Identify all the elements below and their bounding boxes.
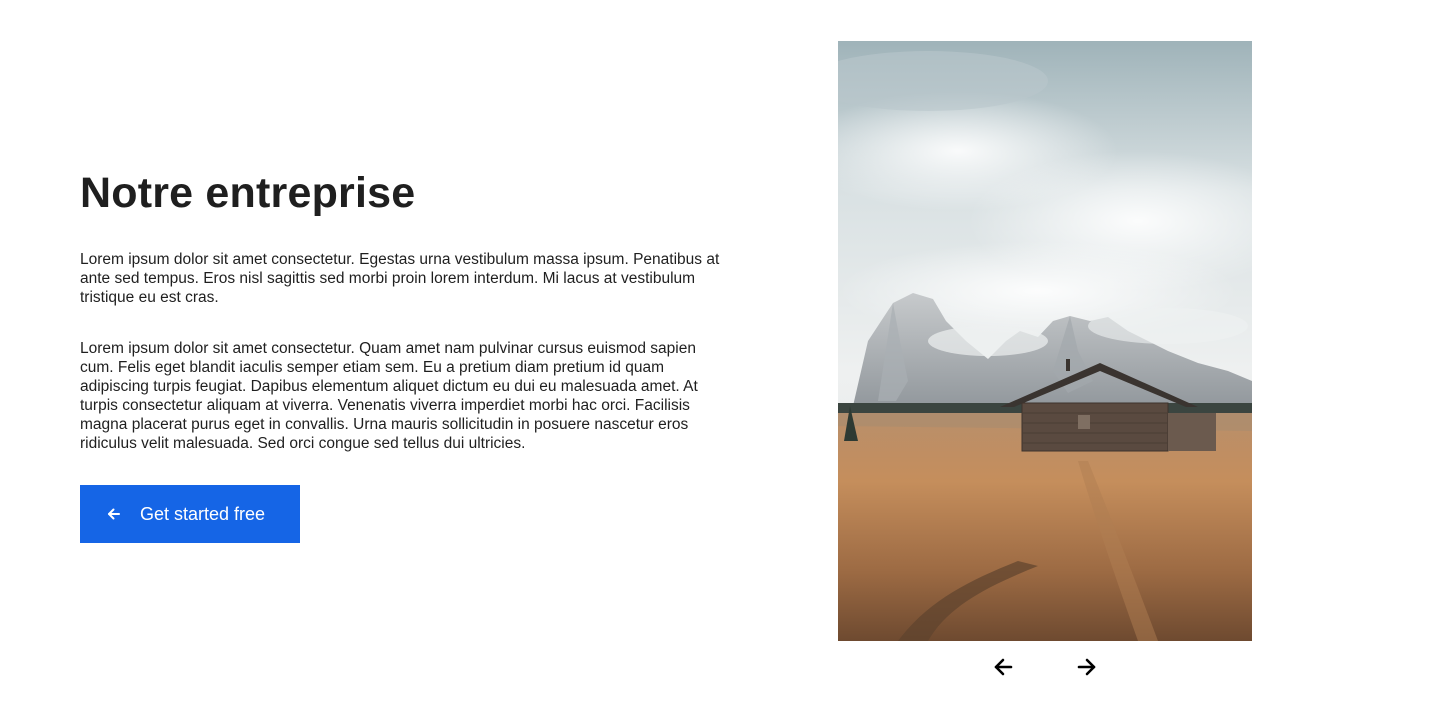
arrow-left-icon: [106, 506, 122, 522]
image-carousel: [838, 41, 1252, 641]
arrow-left-icon: [992, 656, 1014, 678]
intro-section: Notre entreprise Lorem ipsum dolor sit a…: [80, 168, 720, 543]
get-started-button[interactable]: Get started free: [80, 485, 300, 543]
detail-paragraph: Lorem ipsum dolor sit amet consectetur. …: [80, 340, 698, 452]
carousel-next-button[interactable]: [1074, 654, 1100, 680]
arrow-right-icon: [1076, 656, 1098, 678]
intro-paragraph: Lorem ipsum dolor sit amet consectetur. …: [80, 251, 720, 306]
carousel-navigation: [838, 654, 1252, 684]
carousel-prev-button[interactable]: [990, 654, 1016, 680]
carousel-photo: [838, 41, 1252, 641]
page-title: Notre entreprise: [80, 169, 416, 217]
page: Notre entreprise Lorem ipsum dolor sit a…: [0, 0, 1440, 716]
get-started-label: Get started free: [140, 503, 266, 524]
